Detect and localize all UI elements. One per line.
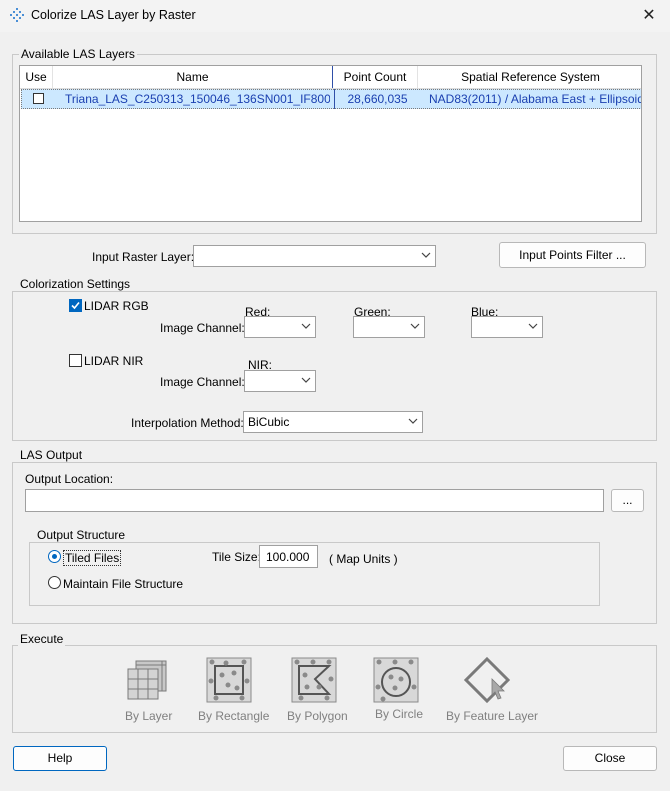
input-raster-combo[interactable] bbox=[193, 245, 436, 267]
output-location-label: Output Location: bbox=[25, 472, 114, 486]
circle-select-icon bbox=[373, 657, 419, 703]
output-location-input[interactable] bbox=[25, 489, 604, 512]
column-header-use[interactable]: Use bbox=[20, 66, 53, 88]
execute-by-polygon-button[interactable]: By Polygon bbox=[285, 655, 348, 725]
las-layers-legend: Available LAS Layers bbox=[19, 47, 137, 61]
close-icon: ✕ bbox=[642, 7, 656, 24]
row-point-count: 28,660,035 bbox=[347, 92, 408, 106]
execute-legend: Execute bbox=[18, 632, 66, 646]
las-output-legend: LAS Output bbox=[18, 448, 85, 462]
checkmark-icon bbox=[71, 301, 80, 310]
input-points-filter-button[interactable]: Input Points Filter ... bbox=[499, 242, 646, 268]
title-bar: Colorize LAS Layer by Raster ✕ bbox=[0, 0, 670, 32]
column-divider bbox=[334, 89, 335, 109]
grid-layer-icon bbox=[127, 660, 167, 700]
chevron-down-icon bbox=[421, 252, 431, 258]
chevron-down-icon bbox=[410, 323, 420, 329]
rectangle-select-icon bbox=[206, 657, 252, 703]
row-name: Triana_LAS_C250313_150046_136SN001_IF800… bbox=[65, 92, 330, 106]
nir-channel-combo[interactable] bbox=[244, 370, 316, 392]
tiled-files-radio[interactable] bbox=[48, 550, 61, 563]
las-layers-list[interactable]: Use Name Point Count Spatial Reference S… bbox=[19, 65, 642, 222]
column-header-point-count[interactable]: Point Count bbox=[333, 66, 418, 88]
maintain-structure-label[interactable]: Maintain File Structure bbox=[63, 577, 183, 591]
column-header-name[interactable]: Name bbox=[53, 66, 333, 88]
colorization-legend: Colorization Settings bbox=[18, 277, 133, 291]
execute-by-circle-button[interactable]: By Circle bbox=[368, 655, 424, 725]
by-circle-label: By Circle bbox=[375, 707, 424, 721]
green-channel-combo[interactable] bbox=[353, 316, 425, 338]
tile-size-value: 100.000 bbox=[266, 550, 310, 564]
interpolation-value: BiCubic bbox=[248, 415, 290, 429]
colorize-icon bbox=[10, 8, 24, 22]
row-srs: NAD83(2011) / Alabama East + Ellipsoid bbox=[429, 92, 642, 106]
output-structure-legend: Output Structure bbox=[35, 528, 128, 542]
close-button[interactable]: Close bbox=[563, 746, 657, 771]
by-polygon-label: By Polygon bbox=[287, 709, 348, 723]
row-use-checkbox[interactable] bbox=[33, 93, 44, 104]
nir-image-channel-label: Image Channel: bbox=[160, 375, 245, 389]
lidar-rgb-label[interactable]: LIDAR RGB bbox=[84, 299, 149, 313]
execute-by-feature-layer-button[interactable]: By Feature Layer bbox=[445, 655, 539, 725]
window-close-button[interactable]: ✕ bbox=[636, 4, 662, 28]
by-rectangle-label: By Rectangle bbox=[198, 709, 270, 723]
lidar-rgb-checkbox[interactable] bbox=[69, 299, 82, 312]
browse-button[interactable]: ... bbox=[611, 489, 644, 512]
interpolation-combo[interactable]: BiCubic bbox=[243, 411, 423, 433]
blue-channel-combo[interactable] bbox=[471, 316, 543, 338]
chevron-down-icon bbox=[301, 323, 311, 329]
table-row[interactable]: Triana_LAS_C250313_150046_136SN001_IF800… bbox=[21, 89, 642, 109]
list-header: Use Name Point Count Spatial Reference S… bbox=[20, 66, 641, 89]
lidar-nir-checkbox[interactable] bbox=[69, 354, 82, 367]
maintain-structure-radio[interactable] bbox=[48, 576, 61, 589]
chevron-down-icon bbox=[408, 418, 418, 424]
column-header-srs[interactable]: Spatial Reference System bbox=[418, 66, 641, 88]
map-units-label: ( Map Units ) bbox=[329, 552, 398, 566]
execute-by-layer-button[interactable]: By Layer bbox=[120, 655, 174, 725]
lidar-nir-label[interactable]: LIDAR NIR bbox=[84, 354, 143, 368]
tile-size-label: Tile Size: bbox=[212, 550, 261, 564]
help-button[interactable]: Help bbox=[13, 746, 107, 771]
chevron-down-icon bbox=[528, 323, 538, 329]
image-channel-label: Image Channel: bbox=[160, 321, 245, 335]
interpolation-label: Interpolation Method: bbox=[131, 416, 244, 430]
by-feature-layer-label: By Feature Layer bbox=[446, 709, 539, 723]
tile-size-input[interactable]: 100.000 bbox=[259, 545, 318, 568]
input-raster-label: Input Raster Layer: bbox=[92, 250, 195, 264]
by-layer-label: By Layer bbox=[125, 709, 173, 723]
red-channel-combo[interactable] bbox=[244, 316, 316, 338]
feature-layer-icon bbox=[464, 657, 510, 703]
chevron-down-icon bbox=[301, 377, 311, 383]
tiled-files-label[interactable]: Tiled Files bbox=[63, 550, 122, 566]
window-title: Colorize LAS Layer by Raster bbox=[31, 8, 196, 22]
polygon-select-icon bbox=[291, 657, 337, 703]
execute-by-rectangle-button[interactable]: By Rectangle bbox=[198, 655, 269, 725]
